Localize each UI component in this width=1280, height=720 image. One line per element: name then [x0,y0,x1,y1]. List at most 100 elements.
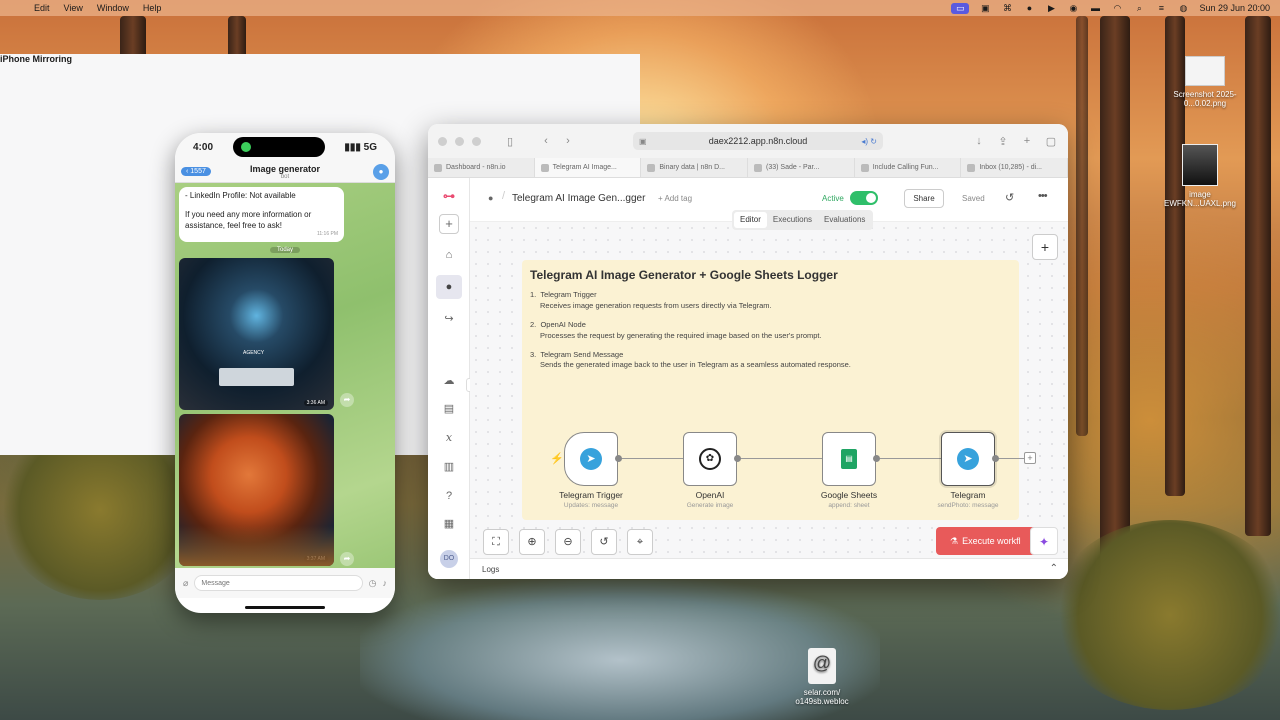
record-icon[interactable]: ◉ [1067,3,1079,14]
user-icon[interactable]: ● [1023,3,1035,13]
tab-dashboard[interactable]: Dashboard - n8n.io [428,158,535,177]
wifi-icon[interactable]: ◠ [1111,3,1123,14]
desktop-file-label: image EWFKN...UAXL.png [1163,190,1237,208]
node-openai[interactable]: ✿ [683,432,737,486]
screen-mirroring-icon[interactable]: ▭ [951,2,970,14]
zoom-in-button[interactable]: ⊕ [519,529,545,555]
home-indicator[interactable] [245,606,325,609]
bot-avatar[interactable]: ● [373,163,389,180]
node-output-handle[interactable] [992,455,999,462]
menu-help[interactable]: Help [143,3,162,13]
add-next-node-button[interactable]: + [1024,452,1036,464]
add-tag-button[interactable]: + Add tag [658,194,692,203]
close-window-button[interactable] [438,136,447,146]
ai-assistant-button[interactable]: ✦ [1030,527,1058,555]
page-settings-icon[interactable]: ▣ [639,137,647,146]
create-button[interactable]: + [439,214,459,234]
address-bar[interactable]: ▣ daex2212.app.n8n.cloud ◂) ↻ [633,132,883,150]
tab-editor[interactable]: Editor [734,212,767,228]
sticker-icon[interactable]: ◷ [369,578,377,589]
connection-line[interactable] [996,458,1024,459]
tab-overview-icon[interactable]: ▢ [1044,135,1058,148]
node-google-sheets[interactable]: ▤ [822,432,876,486]
message-input[interactable] [194,575,363,591]
generated-image-basketball[interactable]: 3:37 AM [179,414,334,567]
tab-evaluations[interactable]: Evaluations [818,212,871,228]
bookmark-icon[interactable]: ⌘ [1001,3,1013,14]
fit-view-button[interactable]: ⛶ [483,529,509,555]
tree-trunk [1076,16,1088,436]
node-output-handle[interactable] [734,455,741,462]
tidy-up-button[interactable]: ⌖ [627,529,653,555]
sidebar-toggle-icon[interactable]: ▯ [503,135,517,148]
sticky-step-desc: Receives image generation requests from … [540,300,772,310]
compose-bar: ⌀ ◷ ♪ [175,568,395,598]
whats-new-icon[interactable]: ▦ [436,512,462,536]
zoom-out-button[interactable]: ⊖ [555,529,581,555]
share-button[interactable]: Share [904,189,944,208]
tab-workflow[interactable]: Telegram AI Image... [534,158,642,177]
search-icon[interactable]: ⌕ [1133,3,1145,14]
node-telegram-trigger[interactable]: ➤ [564,432,618,486]
logs-label: Logs [482,565,500,574]
zoom-window-button[interactable] [472,136,481,146]
new-tab-icon[interactable]: + [1020,135,1034,148]
insights-icon[interactable]: ▥ [436,455,462,479]
attach-icon[interactable]: ⌀ [183,578,188,589]
active-toggle[interactable] [850,191,878,205]
menu-view[interactable]: View [64,3,83,13]
shared-icon[interactable]: ↪ [436,307,462,331]
history-icon[interactable]: ↺ [1005,191,1014,204]
chevron-up-icon[interactable]: ⌃ [1050,563,1058,574]
node-output-handle[interactable] [873,455,880,462]
more-options-icon[interactable]: ••• [1038,190,1048,202]
message-line: If you need any more information or assi… [185,209,312,230]
node-telegram[interactable]: ➤ [941,432,995,486]
add-node-button[interactable]: + [1032,234,1058,260]
n8n-logo-icon[interactable]: ⊶ [436,184,462,208]
tab-functions[interactable]: Include Calling Fun... [855,158,962,177]
control-center-icon[interactable]: ≡ [1155,3,1167,13]
tab-binary-data[interactable]: Binary data | n8n D... [641,158,749,177]
variables-icon[interactable]: x [436,426,462,450]
forward-icon[interactable]: ➦ [340,552,354,566]
generated-image-agency[interactable]: AGENCY 3:36 AM [179,258,334,411]
minimize-window-button[interactable] [455,136,464,146]
back-icon[interactable]: ‹ [539,135,553,147]
iphone-time: 4:00 [193,141,214,153]
tab-executions[interactable]: Executions [767,212,818,228]
share-icon[interactable]: ⇪ [996,135,1010,148]
cloud-icon[interactable]: ☁ [436,369,462,393]
play-icon[interactable]: ▶ [1045,3,1057,14]
templates-icon[interactable]: ▤ [436,397,462,421]
audio-reload-icon[interactable]: ◂) ↻ [861,137,877,146]
battery-icon[interactable]: ▬ [1089,3,1101,13]
desktop-file-image[interactable]: image EWFKN...UAXL.png [1155,144,1245,208]
openai-icon: ✿ [699,448,721,470]
browser-toolbar: ▯ ‹ › ▣ daex2212.app.n8n.cloud ◂) ↻ ↓ ⇪ … [428,124,1068,158]
calendar-icon[interactable]: ▣ [979,3,991,14]
menu-edit[interactable]: Edit [34,3,50,13]
mic-icon[interactable]: ♪ [383,578,388,588]
menu-window[interactable]: Window [97,3,129,13]
workflow-canvas[interactable]: + Telegram AI Image Generator + Google S… [470,222,1068,558]
logs-panel[interactable]: Logs ⌃ [470,558,1068,579]
chat-messages[interactable]: - LinkedIn Profile: Not available If you… [175,183,395,568]
forward-icon[interactable]: ➦ [340,393,354,407]
user-avatar[interactable]: DO [440,550,458,568]
help-icon[interactable]: ? [436,484,462,508]
home-icon[interactable]: ⌂ [436,243,462,267]
reset-zoom-button[interactable]: ↺ [591,529,617,555]
desktop-file-webloc[interactable]: @ selar.com/ o149sb.webloc [777,648,867,706]
downloads-icon[interactable]: ↓ [972,135,986,148]
forward-icon[interactable]: › [561,135,575,147]
tab-inbox[interactable]: Inbox (10,285) - di... [961,158,1068,177]
node-output-handle[interactable] [615,455,622,462]
workflow-name[interactable]: Telegram AI Image Gen...gger [512,193,645,204]
tab-video[interactable]: (33) Sade - Par... [748,158,855,177]
node-subtitle: Updates: message [563,502,619,509]
siri-icon[interactable]: ◍ [1177,3,1189,14]
personal-icon[interactable]: ● [436,275,462,299]
desktop-file-screenshot[interactable]: Screenshot 2025-0...0.02.png [1160,56,1250,108]
menu-clock[interactable]: Sun 29 Jun 20:00 [1199,3,1270,13]
